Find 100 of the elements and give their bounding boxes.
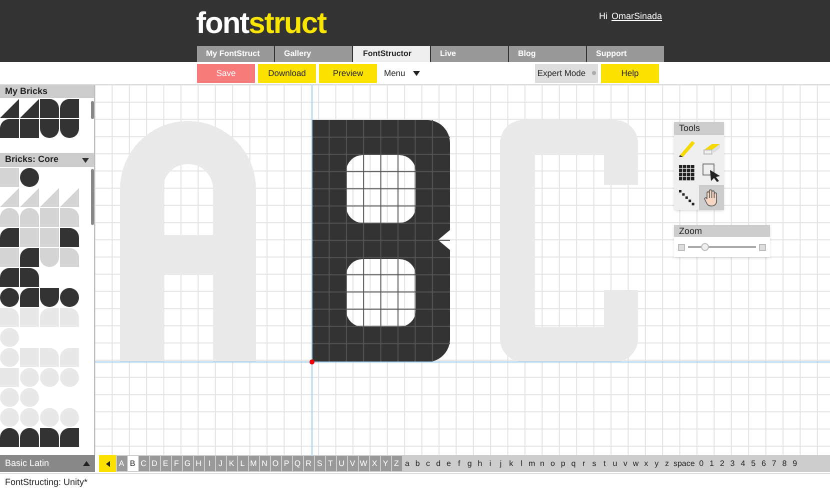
brick-tile[interactable] [40,408,59,427]
glyph-key[interactable]: d [433,456,444,471]
brick-tile[interactable] [40,119,59,138]
brick-tile[interactable] [60,119,79,138]
brick-tile[interactable] [40,248,59,267]
glyph-key[interactable]: q [568,456,579,471]
glyph-key[interactable]: z [662,456,672,471]
brick-tile[interactable] [60,288,79,307]
brick-tile[interactable] [60,99,79,118]
expert-mode-toggle[interactable]: Expert Mode [535,64,598,82]
glyph-key[interactable]: f [454,456,464,471]
brick-tile[interactable] [60,248,79,267]
origin-marker [310,360,314,364]
glyph-key[interactable]: u [610,456,620,471]
glyph-canvas[interactable]: Tools Zoom [95,85,830,455]
brick-tile[interactable] [40,428,59,447]
brick-tile[interactable] [0,228,19,247]
glyph-key[interactable]: 3 [727,456,738,471]
brick-tile[interactable] [60,428,79,447]
glyph-key[interactable]: s [589,456,600,471]
glyph-key[interactable]: r [578,456,590,471]
brick-tile[interactable] [60,208,79,227]
glyph-key[interactable]: b [412,456,423,471]
brick-tile[interactable] [60,188,79,207]
glyph-key[interactable]: t [599,456,610,471]
brick-tile[interactable] [0,268,19,287]
glyph-key[interactable]: c [422,456,434,471]
fontstruct-logo[interactable]: fontstruct [196,10,326,38]
caret-icon [82,158,89,162]
glyph-key[interactable]: m [526,456,538,471]
brick-tile[interactable] [60,408,79,427]
glyph-key[interactable]: 7 [768,456,780,471]
brick-tile[interactable] [0,408,19,427]
glyph-key[interactable]: n [537,456,548,471]
brick-tile[interactable] [20,428,39,447]
brick-tile[interactable] [60,228,79,247]
glyph-key[interactable]: l [516,456,527,471]
brick-tile[interactable] [0,428,19,447]
glyph-key[interactable]: B [128,456,138,471]
glyph-key[interactable]: space [672,456,696,471]
glyph-key[interactable]: 6 [758,456,769,471]
glyph-key[interactable]: g [464,456,475,471]
zoom-out-icon[interactable] [678,244,685,250]
glyph-key[interactable]: v [620,456,631,471]
brick-tile[interactable] [40,308,59,327]
brick-tile[interactable] [20,188,39,207]
glyph-key[interactable]: o [547,456,558,471]
panel-header[interactable]: Bricks: Core [0,153,94,167]
preview-button[interactable]: Preview [319,64,377,82]
username-link[interactable]: OmarSinada [611,10,662,24]
brick-tile[interactable] [60,308,79,327]
glyph-key[interactable]: k [506,456,516,471]
brick-tile[interactable] [20,228,39,247]
brick-tile[interactable] [40,99,59,118]
brick-tile[interactable] [0,99,19,118]
brick-tile[interactable] [0,188,19,207]
brick-tile[interactable] [0,288,19,307]
glyph-key[interactable]: 1 [706,456,717,471]
menu-button[interactable]: Menu [380,64,424,82]
brick-tile[interactable] [20,99,39,118]
brick-tile[interactable] [0,208,19,227]
previous-button[interactable] [99,455,116,472]
brick-tile[interactable] [0,119,19,138]
glyph-key[interactable]: 8 [779,456,790,471]
brick-tile[interactable] [20,119,39,138]
brick-tile[interactable] [40,208,59,227]
brick-tile[interactable] [20,408,39,427]
glyph-key[interactable]: 4 [738,456,748,471]
glyph-key[interactable]: p [558,456,568,471]
download-button[interactable]: Download [258,64,316,82]
brick-tile[interactable] [0,308,19,327]
tool-button[interactable] [674,185,699,210]
panel-header: My Bricks [0,85,94,98]
glyph-key[interactable]: y [651,456,662,471]
brick-tile[interactable] [20,248,39,267]
glyph-key[interactable]: x [640,456,652,471]
glyph-key[interactable]: w [630,456,641,471]
brick-tile[interactable] [20,208,39,227]
brick-tile[interactable] [20,268,39,287]
brick-tile[interactable] [40,288,59,307]
zoom-in-icon[interactable] [759,244,766,250]
glyph-key[interactable]: 0 [696,456,707,471]
brick-tile[interactable] [20,288,39,307]
glyph-key[interactable]: 9 [790,456,800,471]
glyph-key[interactable]: h [474,456,486,471]
nav-tab[interactable]: FontStructor [353,46,430,62]
glyph-key[interactable]: 2 [716,456,728,471]
glyph-key[interactable]: 5 [748,456,758,471]
brick-tile[interactable] [40,228,59,247]
brick-tile[interactable] [0,248,19,267]
glyph-key[interactable]: a [402,456,412,471]
glyph-key[interactable]: i [485,456,496,471]
glyph-key[interactable]: e [444,456,454,471]
help-button[interactable]: Help [601,64,659,82]
brick-tile[interactable] [20,308,39,327]
brick-tile[interactable] [0,168,19,187]
charset-dropdown[interactable]: Basic Latin [0,455,95,472]
brick-tile[interactable] [40,188,59,207]
brick-tile[interactable] [20,168,39,187]
glyph-key[interactable]: j [496,456,506,471]
